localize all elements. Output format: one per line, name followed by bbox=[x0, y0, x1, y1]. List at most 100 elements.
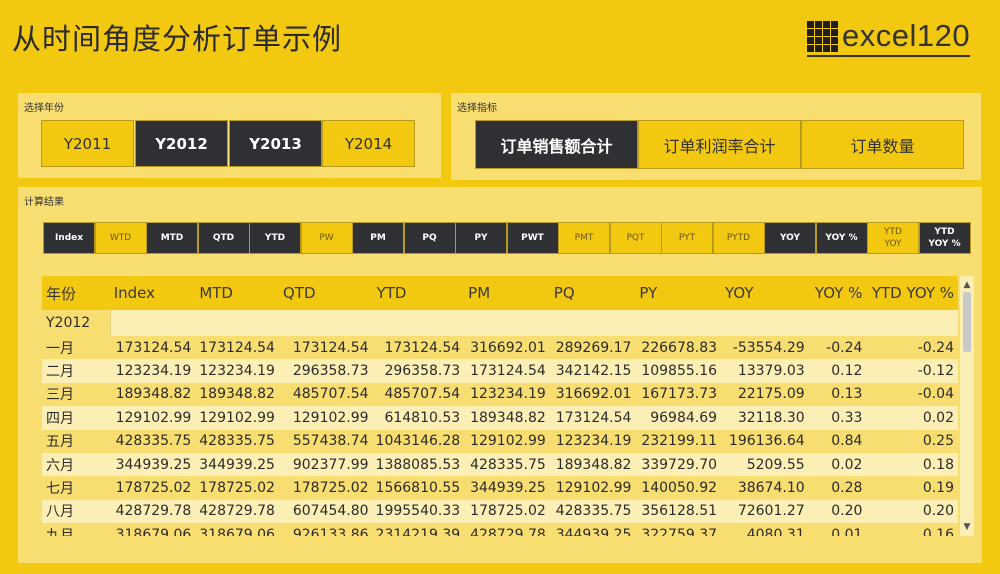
table-cell: 109855.16 bbox=[641, 363, 718, 380]
calc-button-yoy[interactable]: YOY bbox=[764, 222, 816, 254]
table-cell: 339729.70 bbox=[641, 456, 718, 473]
scroll-thumb[interactable] bbox=[963, 292, 971, 352]
calc-button-qtd[interactable]: QTD bbox=[197, 222, 250, 254]
table-cell: -0.12 bbox=[917, 363, 954, 380]
table-cell: 344939.25 bbox=[470, 480, 546, 497]
metric-button-1[interactable]: 订单销售额合计 bbox=[475, 120, 638, 169]
column-header[interactable]: YTD bbox=[373, 284, 465, 302]
table-cell: 96984.69 bbox=[650, 409, 718, 426]
column-header[interactable]: YOY bbox=[721, 284, 809, 302]
table-row: 二月 123234.19 123234.19 296358.73 296358.73 17… bbox=[42, 359, 958, 383]
calc-button-ytd[interactable]: YTD bbox=[249, 222, 301, 254]
row-month-label: 三月 bbox=[46, 387, 74, 404]
column-header[interactable]: MTD bbox=[195, 284, 279, 302]
column-header[interactable]: PY bbox=[635, 284, 721, 302]
metric-slicer-label: 选择指标 bbox=[457, 103, 497, 114]
table-cell: 1388085.53 bbox=[375, 456, 461, 473]
calc-button-yoy[interactable]: YOY % bbox=[815, 222, 868, 254]
table-cell: 173124.54 bbox=[384, 339, 461, 356]
row-month-label: 五月 bbox=[46, 434, 74, 451]
table-cell: 318679.06 bbox=[199, 526, 275, 536]
table-cell: 0.19 bbox=[922, 480, 954, 497]
column-header[interactable]: Index bbox=[110, 284, 196, 302]
table-cell: 0.20 bbox=[831, 503, 863, 520]
calc-button-wtd[interactable]: WTD bbox=[94, 222, 147, 254]
calc-button-pw[interactable]: PW bbox=[300, 222, 353, 254]
calc-button-pwt[interactable]: PWT bbox=[506, 222, 559, 254]
scroll-down-icon[interactable]: ▼ bbox=[960, 520, 974, 534]
row-month-label: 六月 bbox=[46, 457, 74, 474]
table-cell: 178725.02 bbox=[292, 480, 369, 497]
column-header[interactable]: 年份 bbox=[42, 283, 110, 304]
calc-button-mtd[interactable]: MTD bbox=[146, 222, 198, 254]
year-button-y2012[interactable]: Y2012 bbox=[135, 120, 228, 167]
table-cell: 123234.19 bbox=[115, 363, 192, 380]
table-row: 四月 129102.99 129102.99 129102.99 614810.53 18… bbox=[42, 406, 958, 430]
table-cell: 0.12 bbox=[831, 363, 863, 380]
table-cell: 1566810.55 bbox=[375, 480, 461, 497]
table-cell: 173124.54 bbox=[555, 409, 632, 426]
table-cell: 22175.09 bbox=[737, 386, 805, 403]
table-cell: 902377.99 bbox=[292, 456, 369, 473]
column-header[interactable]: PQ bbox=[550, 284, 636, 302]
table-cell: 0.02 bbox=[922, 409, 954, 426]
table-cell: 32118.30 bbox=[737, 409, 805, 426]
results-table: 年份 Index MTD QTD YTD PM PQ PY YOY YOY % YTD YOY % … bbox=[42, 276, 958, 536]
calc-button-pmt[interactable]: PMT bbox=[558, 222, 610, 254]
row-month-label: 一月 bbox=[46, 340, 74, 357]
excel120-logo: excel120 bbox=[807, 18, 971, 57]
row-month-label: 二月 bbox=[46, 364, 74, 381]
table-cell: 344939.25 bbox=[555, 526, 632, 536]
table-cell: 232199.11 bbox=[641, 433, 718, 450]
table-cell: 289269.17 bbox=[555, 339, 632, 356]
table-scrollbar[interactable]: ▲ ▼ bbox=[960, 276, 974, 536]
table-cell: 428729.78 bbox=[115, 503, 192, 520]
table-cell: 129102.99 bbox=[555, 480, 632, 497]
table-cell: 428729.78 bbox=[199, 503, 275, 520]
calc-button-pm[interactable]: PM bbox=[352, 222, 404, 254]
table-cell: 123234.19 bbox=[555, 433, 632, 450]
calc-button-pqt[interactable]: PQT bbox=[609, 222, 662, 254]
table-cell: 0.01 bbox=[831, 526, 863, 536]
table-cell: 1043146.28 bbox=[375, 433, 461, 450]
calc-button-pytd[interactable]: PYTD bbox=[712, 222, 765, 254]
metric-button-2[interactable]: 订单利润率合计 bbox=[638, 120, 801, 169]
scroll-up-icon[interactable]: ▲ bbox=[960, 278, 974, 292]
table-cell: 189348.82 bbox=[555, 456, 632, 473]
table-cell: 140050.92 bbox=[641, 480, 718, 497]
column-header[interactable]: YOY % bbox=[809, 284, 867, 302]
row-month-label: 八月 bbox=[46, 504, 74, 521]
calc-button-py[interactable]: PY bbox=[455, 222, 507, 254]
table-cell: 614810.53 bbox=[384, 409, 461, 426]
table-cell: 0.13 bbox=[831, 386, 863, 403]
table-cell: 428335.75 bbox=[555, 503, 632, 520]
row-month-label: 九月 bbox=[46, 527, 74, 536]
year-button-y2011[interactable]: Y2011 bbox=[41, 120, 134, 167]
table-cell: 5209.55 bbox=[746, 456, 805, 473]
table-cell: 129102.99 bbox=[292, 409, 369, 426]
calc-button-pyt[interactable]: PYT bbox=[661, 222, 713, 254]
column-header[interactable]: PM bbox=[464, 284, 550, 302]
table-cell: -0.04 bbox=[917, 386, 954, 403]
grid-logo-icon bbox=[807, 20, 838, 52]
table-cell: 0.25 bbox=[922, 433, 954, 450]
calc-button-ytd-yoy[interactable]: YTD YOY % bbox=[918, 222, 971, 254]
column-header[interactable]: YTD YOY % bbox=[866, 284, 958, 302]
year-button-y2014[interactable]: Y2014 bbox=[322, 120, 415, 167]
table-cell: 428335.75 bbox=[470, 456, 546, 473]
year-button-y2013[interactable]: Y2013 bbox=[229, 120, 322, 167]
calc-button-pq[interactable]: PQ bbox=[403, 222, 456, 254]
column-header[interactable]: QTD bbox=[279, 284, 373, 302]
metric-button-3[interactable]: 订单数量 bbox=[801, 120, 964, 169]
table-header: 年份 Index MTD QTD YTD PM PQ PY YOY YOY % YTD YOY % bbox=[42, 276, 958, 310]
table-cell: 189348.82 bbox=[115, 386, 192, 403]
table-cell: -53554.29 bbox=[732, 339, 805, 356]
calc-button-ytd-yoy[interactable]: YTD YOY bbox=[867, 222, 919, 254]
table-cell: 123234.19 bbox=[470, 386, 546, 403]
year-slicer-label: 选择年份 bbox=[24, 103, 64, 114]
table-cell: 428335.75 bbox=[115, 433, 192, 450]
calc-button-index[interactable]: Index bbox=[43, 222, 95, 254]
table-cell: 1995540.33 bbox=[375, 503, 461, 520]
table-cell: -0.24 bbox=[826, 339, 863, 356]
table-cell: 226678.83 bbox=[641, 339, 718, 356]
